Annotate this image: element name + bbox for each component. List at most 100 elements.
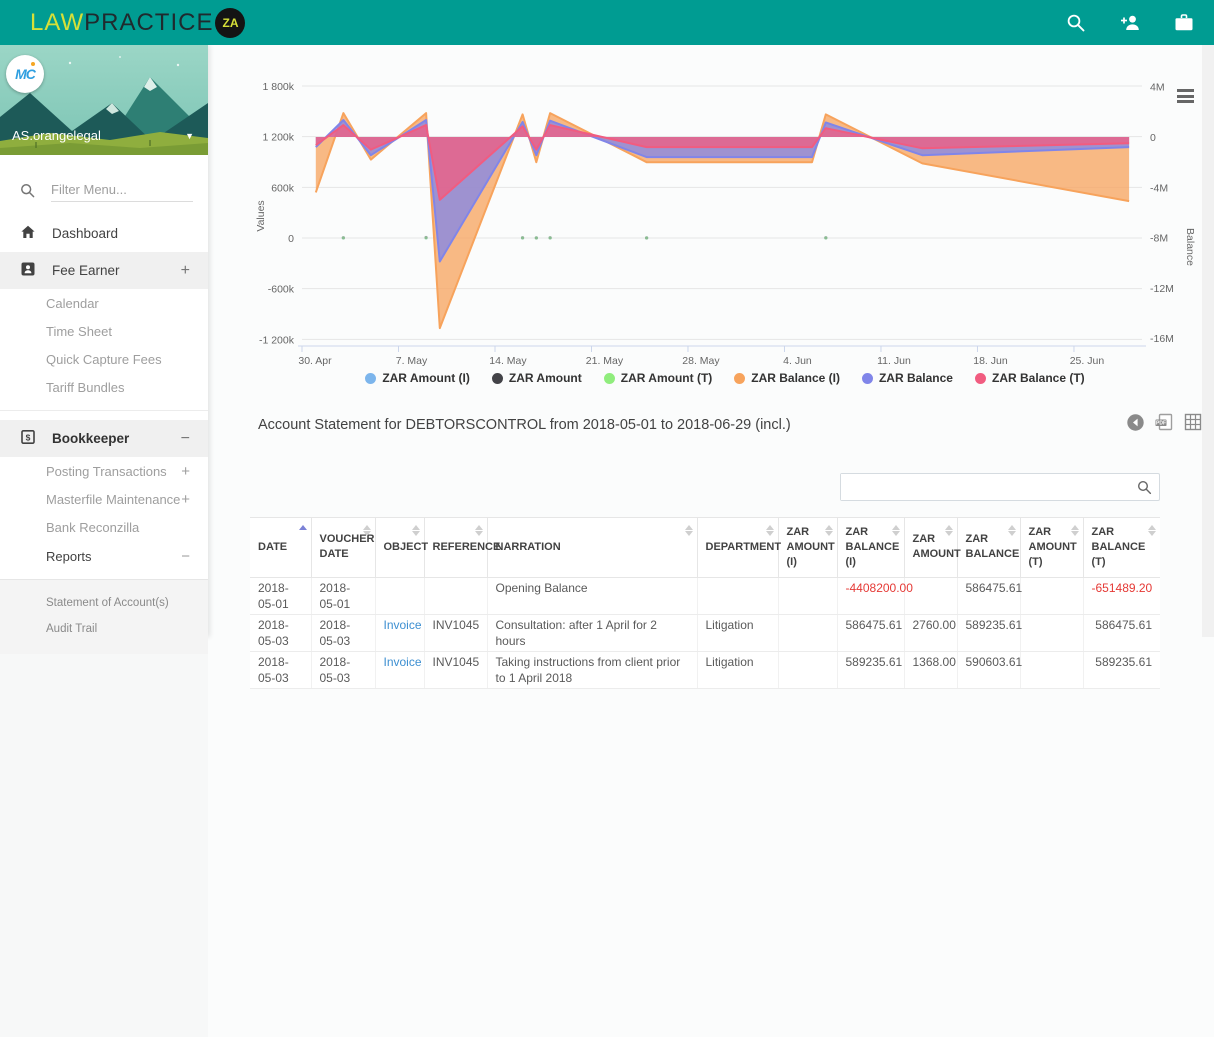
svg-text:0: 0 [1150, 132, 1156, 144]
sidebar-item-tariff-bundles[interactable]: Tariff Bundles [0, 373, 208, 401]
sort-icon [1148, 525, 1156, 536]
legend-marker [492, 373, 503, 384]
svg-text:-1 200k: -1 200k [259, 334, 295, 346]
sidebar-item-bank-reconzilla[interactable]: Bank Reconzilla [0, 513, 208, 541]
legend-marker [604, 373, 615, 384]
sidebar-item-time-sheet[interactable]: Time Sheet [0, 317, 208, 345]
sidebar-item-audit-trail[interactable]: Audit Trail [0, 616, 208, 642]
table-search-input[interactable] [841, 474, 1127, 500]
table-search [840, 473, 1160, 501]
legend-item-zar-balance-t[interactable]: ZAR Balance (T) [975, 371, 1085, 385]
page-scrollbar[interactable] [1202, 45, 1214, 637]
svg-text:18. Jun: 18. Jun [973, 355, 1008, 367]
expand-toggle-icon[interactable]: + [181, 463, 190, 480]
chart-legend: ZAR Amount (I) ZAR Amount ZAR Amount (T) ZA… [250, 371, 1200, 385]
column-header-zar-amount-i[interactable]: ZAR AMOUNT (I) [778, 518, 837, 578]
column-header-zar-balance-i[interactable]: ZAR BALANCE (I) [837, 518, 904, 578]
expand-toggle-icon[interactable]: − [181, 548, 190, 565]
svg-text:-8M: -8M [1150, 233, 1168, 245]
sidebar-item-label: Posting Transactions [46, 464, 167, 479]
sort-icon [1008, 525, 1016, 536]
menu-filter [0, 175, 208, 205]
grid-export-icon[interactable] [1184, 413, 1202, 436]
object-link[interactable]: Invoice [384, 618, 422, 632]
expand-toggle-icon[interactable]: + [181, 491, 190, 508]
legend-item-zar-amount[interactable]: ZAR Amount [492, 371, 582, 385]
logo-law: LAW [30, 9, 84, 37]
sidebar: MC AS.orangelegal ▼ Dashboard Fee Earner+… [0, 45, 208, 637]
legend-item-zar-amount-i[interactable]: ZAR Amount (I) [365, 371, 470, 385]
legend-marker [365, 373, 376, 384]
column-header-zar-amount-t[interactable]: ZAR AMOUNT (T) [1020, 518, 1083, 578]
cell-value: -4408200.00 [846, 581, 913, 595]
search-icon[interactable] [1064, 11, 1088, 35]
column-header-voucher-date[interactable]: VOUCHER DATE [311, 518, 375, 578]
sort-icon [363, 525, 371, 536]
sidebar-item-label: Quick Capture Fees [46, 352, 162, 367]
sidebar-item-dashboard[interactable]: Dashboard [0, 215, 208, 252]
legend-item-zar-amount-t[interactable]: ZAR Amount (T) [604, 371, 713, 385]
avatar[interactable]: MC [6, 55, 44, 93]
pdf-export-icon[interactable]: PDF [1154, 413, 1174, 436]
sidebar-nav: Dashboard Fee Earner+Calendar Time Sheet Qu… [0, 215, 208, 654]
column-header-zar-balance-t[interactable]: ZAR BALANCE (T) [1083, 518, 1160, 578]
column-header-date[interactable]: DATE [250, 518, 311, 578]
sidebar-item-statement-of-account-s[interactable]: Statement of Account(s) [0, 590, 208, 616]
svg-text:25. Jun: 25. Jun [1070, 355, 1105, 367]
legend-label: ZAR Amount [509, 371, 582, 385]
sidebar-item-masterfile-maintenance[interactable]: Masterfile Maintenance+ [0, 485, 208, 513]
add-contact-icon[interactable] [1118, 11, 1142, 35]
svg-text:4. Jun: 4. Jun [783, 355, 812, 367]
sort-icon [766, 525, 774, 536]
sidebar-item-posting-transactions[interactable]: Posting Transactions + [0, 457, 208, 485]
legend-item-zar-balance[interactable]: ZAR Balance [862, 371, 953, 385]
svg-text:PDF: PDF [1156, 421, 1166, 427]
legend-marker [734, 373, 745, 384]
chart-menu-icon[interactable] [1177, 89, 1194, 106]
sidebar-item-label: Masterfile Maintenance [46, 492, 180, 507]
badge-icon [20, 261, 36, 277]
sidebar-item-label: Time Sheet [46, 324, 112, 339]
column-header-department[interactable]: DEPARTMENT [697, 518, 778, 578]
expand-toggle-icon[interactable]: − [181, 430, 190, 448]
legend-label: ZAR Balance [879, 371, 953, 385]
svg-text:0: 0 [288, 233, 294, 245]
expand-toggle-icon[interactable]: + [181, 262, 190, 280]
svg-text:Values: Values [255, 200, 267, 231]
sidebar-item-bookkeeper[interactable]: $Bookkeeper− [0, 420, 208, 457]
svg-text:28. May: 28. May [682, 355, 720, 367]
ledger-icon: $ [20, 429, 36, 445]
svg-text:1 200k: 1 200k [262, 132, 294, 144]
sort-icon [1071, 525, 1079, 536]
sidebar-item-reports[interactable]: Reports− [0, 541, 208, 571]
sort-icon [825, 525, 833, 536]
sidebar-item-calendar[interactable]: Calendar [0, 289, 208, 317]
column-header-narration[interactable]: NARRATION [487, 518, 697, 578]
sidebar-item-quick-capture-fees[interactable]: Quick Capture Fees [0, 345, 208, 373]
object-link[interactable]: Invoice [384, 655, 422, 669]
svg-text:-600k: -600k [268, 284, 295, 296]
legend-label: ZAR Balance (I) [751, 371, 840, 385]
app-header: LAWPRACTICE ZA [0, 0, 1214, 45]
svg-text:-16M: -16M [1150, 333, 1174, 345]
profile-username: AS.orangelegal [12, 128, 101, 143]
column-header-reference[interactable]: REFERENCE [424, 518, 487, 578]
sort-icon [685, 525, 693, 536]
column-header-zar-balance[interactable]: ZAR BALANCE [957, 518, 1020, 578]
chart-plot-area[interactable]: 1 800k1 200k600k0-600k-1 200k4M0-4M-8M-1… [250, 75, 1200, 369]
column-header-object[interactable]: OBJECT [375, 518, 424, 578]
sort-icon [412, 525, 420, 536]
chevron-down-icon[interactable]: ▼ [185, 131, 194, 141]
svg-text:7. May: 7. May [396, 355, 428, 367]
main-content: 1 800k1 200k600k0-600k-1 200k4M0-4M-8M-1… [208, 45, 1214, 1037]
filter-menu-input[interactable] [51, 178, 193, 202]
back-circle-icon[interactable] [1127, 414, 1144, 436]
svg-text:1 800k: 1 800k [262, 81, 294, 93]
sidebar-item-label: Dashboard [52, 226, 118, 241]
svg-text:-4M: -4M [1150, 182, 1168, 194]
column-header-zar-amount[interactable]: ZAR AMOUNT [904, 518, 957, 578]
legend-item-zar-balance-i[interactable]: ZAR Balance (I) [734, 371, 840, 385]
sidebar-item-fee-earner[interactable]: Fee Earner+ [0, 252, 208, 289]
legend-marker [862, 373, 873, 384]
briefcase-icon[interactable] [1172, 11, 1196, 35]
